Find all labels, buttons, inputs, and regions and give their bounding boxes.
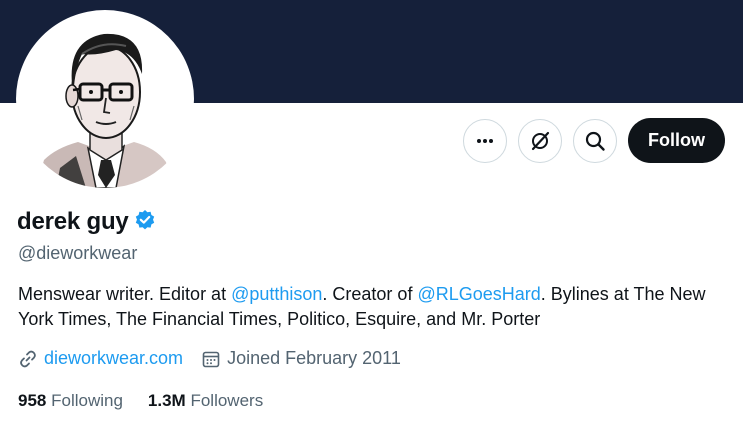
profile-handle: @dieworkwear <box>18 243 138 263</box>
followers-stat[interactable]: 1.3M Followers <box>148 391 263 411</box>
calendar-icon <box>202 351 220 367</box>
following-stat[interactable]: 958 Following <box>18 391 123 411</box>
website-link[interactable]: dieworkwear.com <box>44 348 183 369</box>
more-button[interactable] <box>463 118 507 163</box>
profile-stats: 958 Following 1.3M Followers <box>18 391 288 411</box>
bio-text-2: . Creator of <box>322 284 418 304</box>
website-item: dieworkwear.com <box>18 348 183 369</box>
following-count: 958 <box>18 391 47 410</box>
profile-actions: Follow <box>463 118 725 163</box>
profile-avatar[interactable] <box>16 10 194 188</box>
search-button[interactable] <box>573 118 617 163</box>
verified-badge-icon[interactable] <box>134 209 156 236</box>
slash-circle-icon <box>531 131 550 150</box>
follow-button[interactable]: Follow <box>628 118 725 163</box>
follow-button-label: Follow <box>648 130 705 150</box>
link-icon <box>20 350 36 367</box>
profile-name: derek guy <box>17 208 129 235</box>
more-icon <box>477 138 493 143</box>
search-icon <box>585 131 605 151</box>
joined-item: Joined February 2011 <box>201 348 401 369</box>
bio-mention-rlgoeshard[interactable]: @RLGoesHard <box>417 284 540 304</box>
grok-button[interactable] <box>518 118 562 163</box>
bio-text-1: Menswear writer. Editor at <box>18 284 232 304</box>
following-label: Following <box>51 391 123 410</box>
avatar-illustration <box>36 33 172 188</box>
followers-label: Followers <box>190 391 264 410</box>
profile-bio: Menswear writer. Editor at @putthison. C… <box>18 282 718 332</box>
profile-meta: dieworkwear.com Joined February 2011 <box>18 348 419 369</box>
bio-mention-putthison[interactable]: @putthison <box>231 284 322 304</box>
joined-date: Joined February 2011 <box>227 348 401 368</box>
followers-count: 1.3M <box>147 391 186 410</box>
profile-name-row: derek guy <box>17 208 156 236</box>
